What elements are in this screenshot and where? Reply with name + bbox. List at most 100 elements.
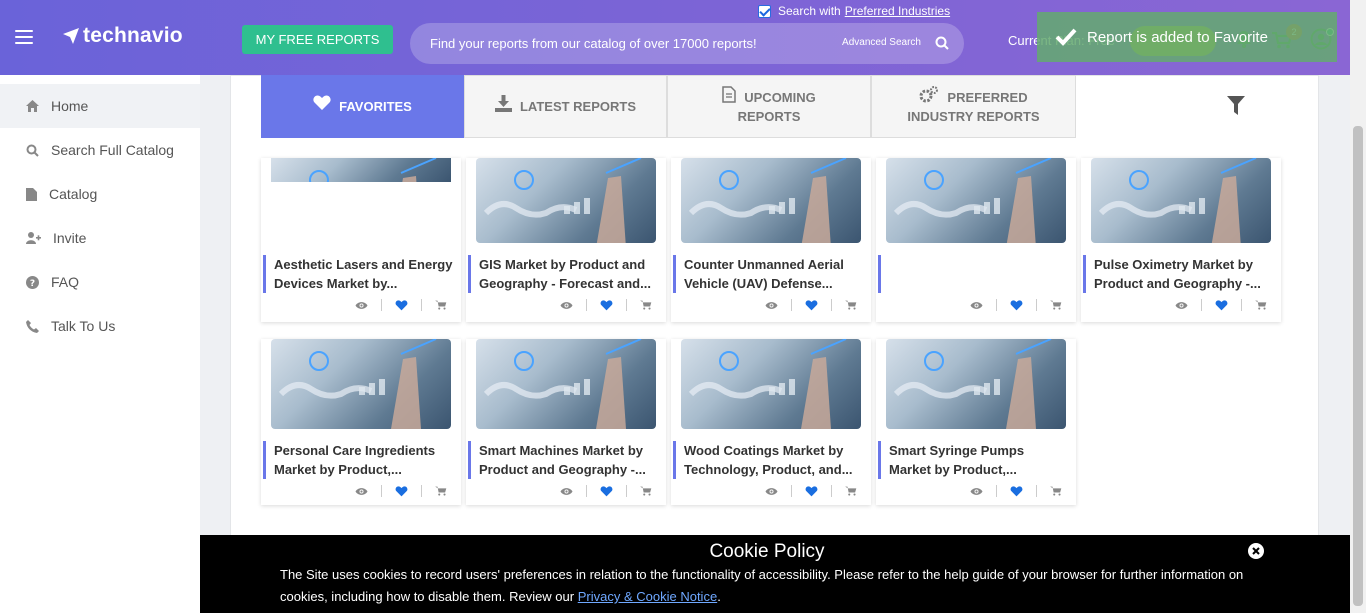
report-thumbnail[interactable]: [886, 339, 1066, 429]
cart-icon[interactable]: [435, 486, 447, 496]
menu-icon[interactable]: [15, 30, 33, 44]
report-title[interactable]: Personal Care Ingredients Market by Prod…: [263, 441, 453, 479]
heart-icon[interactable]: [1215, 299, 1228, 311]
cookie-title: Cookie Policy: [709, 541, 825, 562]
eye-icon[interactable]: [765, 487, 778, 496]
preferred-industries-link[interactable]: Preferred Industries: [845, 4, 950, 18]
divider: [791, 485, 792, 497]
search-bar[interactable]: Advanced Search: [410, 23, 964, 64]
report-thumbnail[interactable]: [271, 158, 451, 182]
divider: [1036, 485, 1037, 497]
report-title[interactable]: Pulse Oximetry Market by Product and Geo…: [1083, 255, 1273, 293]
report-title[interactable]: Smart Syringe Pumps Market by Product,..…: [878, 441, 1068, 479]
tab-favorites[interactable]: FAVORITES: [261, 75, 464, 138]
divider: [626, 485, 627, 497]
eye-icon[interactable]: [765, 301, 778, 310]
heart-icon[interactable]: [805, 299, 818, 311]
cookie-body: The Site uses cookies to record users' p…: [280, 567, 1244, 604]
file-icon: [722, 85, 736, 103]
report-thumbnail[interactable]: [1091, 158, 1271, 243]
report-thumbnail-art: [688, 158, 847, 243]
tab-upcoming-reports[interactable]: UPCOMING REPORTS: [667, 75, 871, 138]
report-thumbnail[interactable]: [476, 339, 656, 429]
heart-icon[interactable]: [1010, 485, 1023, 497]
report-card[interactable]: Counter Unmanned Aerial Vehicle (UAV) De…: [671, 158, 871, 322]
report-thumbnail[interactable]: [476, 158, 656, 243]
cart-icon[interactable]: [845, 486, 857, 496]
cart-icon[interactable]: [640, 486, 652, 496]
divider: [831, 485, 832, 497]
report-thumbnail-art: [893, 158, 1052, 243]
search-input[interactable]: [430, 36, 830, 51]
cart-icon[interactable]: [435, 300, 447, 310]
divider: [586, 299, 587, 311]
search-icon[interactable]: [935, 36, 949, 50]
report-card[interactable]: Smart Machines Market by Product and Geo…: [466, 339, 666, 505]
close-icon[interactable]: [1248, 543, 1264, 559]
report-title[interactable]: Wood Coatings Market by Technology, Prod…: [673, 441, 863, 479]
sidebar-item-catalog[interactable]: Catalog: [0, 172, 200, 216]
eye-icon[interactable]: [560, 301, 573, 310]
page-scrollbar[interactable]: [1350, 0, 1366, 613]
cart-icon[interactable]: [1050, 300, 1062, 310]
report-actions: [1175, 299, 1267, 311]
checkbox-checked-icon[interactable]: [758, 4, 771, 18]
report-card[interactable]: GIS Market by Product and Geography - Fo…: [466, 158, 666, 322]
heart-icon[interactable]: [600, 299, 613, 311]
heart-icon[interactable]: [805, 485, 818, 497]
heart-icon[interactable]: [395, 299, 408, 311]
privacy-cookie-notice-link[interactable]: Privacy & Cookie Notice: [578, 589, 717, 604]
report-thumbnail[interactable]: [681, 158, 861, 243]
heart-icon[interactable]: [600, 485, 613, 497]
report-card[interactable]: Smart Syringe Pumps Market by Product,..…: [876, 339, 1076, 505]
sidebar-item-home[interactable]: Home: [0, 84, 200, 128]
top-header: technavio MY FREE REPORTS Search with Pr…: [0, 0, 1350, 75]
eye-icon[interactable]: [970, 487, 983, 496]
report-title[interactable]: [878, 255, 1068, 293]
eye-icon[interactable]: [355, 487, 368, 496]
sidebar-item-search-catalog[interactable]: Search Full Catalog: [0, 128, 200, 172]
cart-icon[interactable]: [845, 300, 857, 310]
cart-icon[interactable]: [1050, 486, 1062, 496]
report-thumbnail[interactable]: [886, 158, 1066, 243]
logo[interactable]: technavio: [62, 24, 183, 48]
report-title[interactable]: Aesthetic Lasers and Energy Devices Mark…: [263, 255, 453, 293]
scrollbar-thumb[interactable]: [1353, 126, 1363, 606]
cart-icon[interactable]: [1255, 300, 1267, 310]
report-card[interactable]: Wood Coatings Market by Technology, Prod…: [671, 339, 871, 505]
eye-icon[interactable]: [355, 301, 368, 310]
report-title[interactable]: Counter Unmanned Aerial Vehicle (UAV) De…: [673, 255, 863, 293]
paper-plane-icon: [63, 28, 79, 44]
heart-icon[interactable]: [395, 485, 408, 497]
eye-icon[interactable]: [1175, 301, 1188, 310]
cart-icon[interactable]: [640, 300, 652, 310]
report-thumbnail[interactable]: [271, 339, 451, 429]
divider: [1036, 299, 1037, 311]
preferred-industries-checkbox[interactable]: Search with Preferred Industries: [758, 4, 950, 18]
report-card[interactable]: Pulse Oximetry Market by Product and Geo…: [1081, 158, 1281, 322]
report-title[interactable]: Smart Machines Market by Product and Geo…: [468, 441, 658, 479]
sidebar-item-label: Invite: [53, 230, 87, 246]
eye-icon[interactable]: [970, 301, 983, 310]
heart-icon: [313, 95, 331, 110]
report-actions: [560, 299, 652, 311]
report-card[interactable]: Personal Care Ingredients Market by Prod…: [261, 339, 461, 505]
report-thumbnail[interactable]: [681, 339, 861, 429]
tab-label-line2: REPORTS: [737, 108, 801, 124]
my-free-reports-button[interactable]: MY FREE REPORTS: [242, 25, 393, 54]
sidebar-item-talk-to-us[interactable]: Talk To Us: [0, 304, 200, 348]
heart-icon[interactable]: [1010, 299, 1023, 311]
sidebar-item-faq[interactable]: ? FAQ: [0, 260, 200, 304]
report-title[interactable]: GIS Market by Product and Geography - Fo…: [468, 255, 658, 293]
report-card[interactable]: Aesthetic Lasers and Energy Devices Mark…: [261, 158, 461, 322]
divider: [831, 299, 832, 311]
report-card[interactable]: [876, 158, 1076, 322]
report-actions: [355, 485, 447, 497]
tab-latest-reports[interactable]: LATEST REPORTS: [464, 75, 667, 138]
advanced-search-link[interactable]: Advanced Search: [842, 37, 921, 48]
filter-icon[interactable]: [1227, 96, 1245, 116]
divider: [1241, 299, 1242, 311]
sidebar-item-invite[interactable]: Invite: [0, 216, 200, 260]
eye-icon[interactable]: [560, 487, 573, 496]
tab-preferred-industry-reports[interactable]: PREFERRED INDUSTRY REPORTS: [871, 75, 1076, 138]
